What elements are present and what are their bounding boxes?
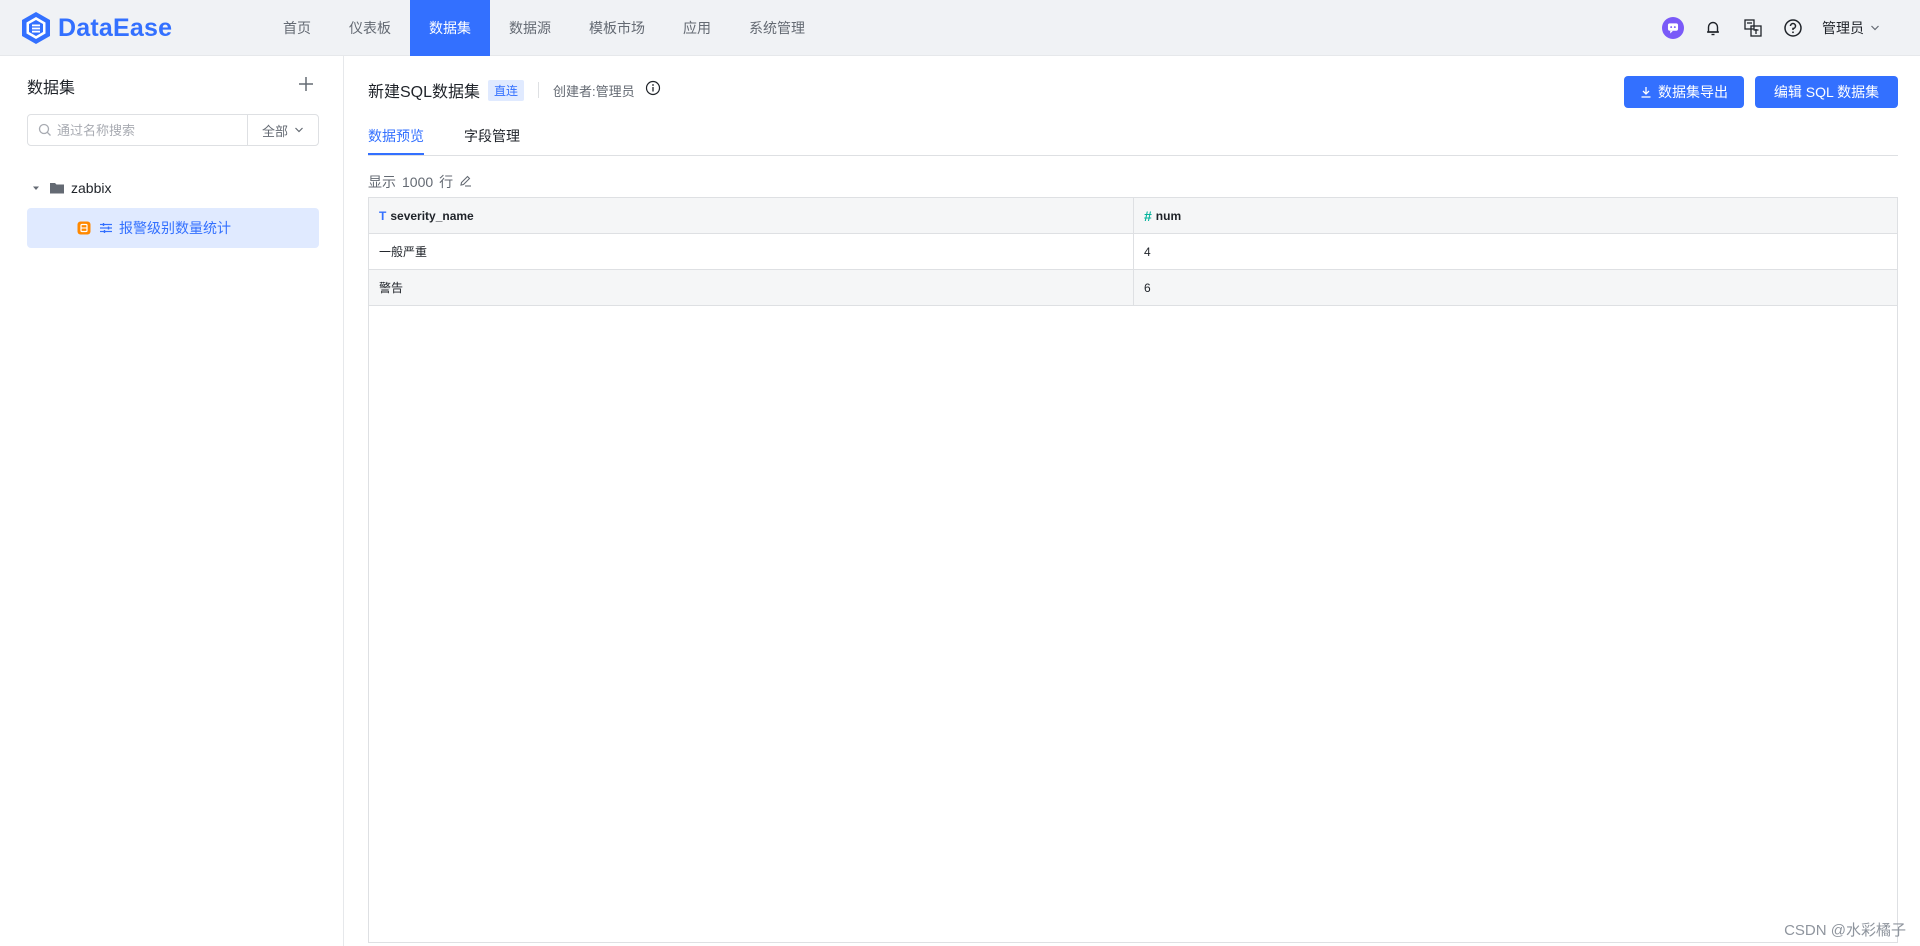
user-name: 管理员: [1822, 20, 1864, 36]
dataease-logo-icon: [22, 12, 50, 44]
nav-dashboard[interactable]: 仪表板: [330, 0, 410, 56]
tab-data-preview[interactable]: 数据预览: [368, 126, 424, 146]
sliders-icon: [100, 223, 112, 233]
column-header-label: num: [1155, 208, 1182, 223]
number-type-icon: #: [1144, 207, 1152, 224]
column-header-severity-name[interactable]: T severity_name: [369, 198, 1133, 233]
folder-icon: [50, 183, 64, 194]
user-menu[interactable]: 管理员: [1822, 18, 1880, 38]
filter-select[interactable]: 全部: [247, 115, 318, 145]
table-cell: 4: [1133, 234, 1897, 269]
data-preview-table: T severity_name # num 一般严重 4 警告 6: [368, 197, 1898, 943]
main-content: 新建SQL数据集 直连 创建者:管理员 数据集导出 编辑 SQL 数据集 数据预…: [344, 56, 1920, 946]
search-icon: [38, 123, 51, 136]
row-count-suffix: 行: [439, 174, 454, 190]
top-navbar: DataEase 首页 仪表板 数据集 数据源 模板市场 应用 系统管理 管理员: [0, 0, 1920, 56]
logo-text: DataEase: [58, 13, 173, 42]
table-row: 警告 6: [369, 270, 1897, 306]
nav-home[interactable]: 首页: [264, 0, 330, 56]
tabs-divider: [368, 155, 1898, 156]
row-count-value: 1000: [402, 174, 434, 190]
table-header-row: T severity_name # num: [369, 198, 1897, 234]
nav-datasource[interactable]: 数据源: [490, 0, 570, 56]
table-cell: 6: [1133, 270, 1897, 305]
plus-icon: [299, 77, 313, 91]
dataset-tree: zabbix 报警级别数量统计: [27, 168, 319, 248]
tree-folder-label: zabbix: [71, 180, 112, 196]
ai-chat-icon[interactable]: [1662, 17, 1684, 39]
filter-select-value: 全部: [261, 123, 288, 139]
notification-bell-icon[interactable]: [1702, 17, 1724, 39]
tree-leaf-label: 报警级别数量统计: [119, 220, 231, 236]
sql-dataset-icon: [77, 221, 91, 235]
tab-field-management[interactable]: 字段管理: [464, 126, 520, 146]
chevron-down-icon: [295, 127, 303, 133]
text-type-icon: T: [379, 208, 387, 223]
sidebar-title: 数据集: [27, 80, 76, 97]
nav-application[interactable]: 应用: [664, 0, 730, 56]
dataset-tabs: 数据预览 字段管理: [368, 56, 1898, 156]
nav-dataset[interactable]: 数据集: [410, 0, 490, 56]
dataset-sidebar: 数据集 全部 zabbix: [0, 56, 344, 946]
nav-system-management[interactable]: 系统管理: [730, 0, 824, 56]
table-cell: 警告: [379, 281, 404, 295]
chevron-down-icon: [1871, 25, 1879, 31]
row-count-prefix: 显示: [368, 174, 396, 190]
search-field-wrapper: [28, 115, 247, 145]
edit-row-count-icon[interactable]: [459, 174, 472, 190]
watermark: CSDN @水彩橘子: [1784, 922, 1906, 939]
caret-down-icon: [33, 186, 39, 190]
main-nav: 首页 仪表板 数据集 数据源 模板市场 应用 系统管理: [264, 0, 824, 56]
nav-template-market[interactable]: 模板市场: [570, 0, 664, 56]
help-question-icon[interactable]: [1782, 17, 1804, 39]
table-cell: 一般严重: [379, 245, 428, 259]
column-header-label: severity_name: [390, 208, 474, 223]
table-row: 一般严重 4: [369, 234, 1897, 270]
logo[interactable]: DataEase: [20, 10, 172, 46]
row-count: 显示 1000 行: [368, 172, 472, 192]
tree-item-dataset[interactable]: 报警级别数量统计: [27, 208, 319, 248]
column-header-num[interactable]: # num: [1133, 198, 1897, 233]
search-input[interactable]: [28, 115, 247, 145]
language-switch-icon[interactable]: [1742, 17, 1764, 39]
top-right-toolbar: 管理员: [1662, 0, 1880, 56]
tree-folder-zabbix[interactable]: zabbix: [27, 168, 319, 208]
search-box: 全部: [27, 114, 319, 146]
add-dataset-button[interactable]: [296, 74, 316, 94]
